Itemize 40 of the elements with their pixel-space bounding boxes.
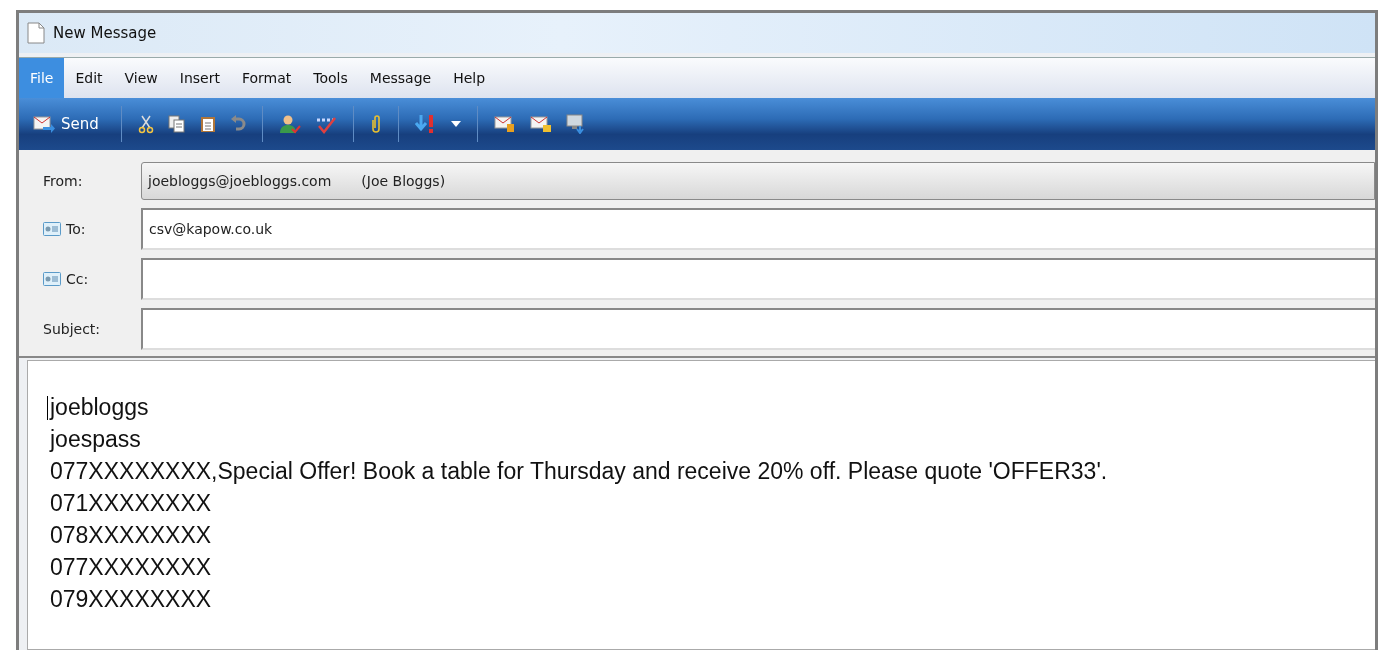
paperclip-icon[interactable]	[369, 114, 382, 134]
body-text-line: 071XXXXXXXX	[50, 489, 212, 518]
field-label: Cc:	[66, 271, 89, 287]
scissors-icon[interactable]	[137, 114, 154, 134]
address-book-icon[interactable]	[43, 272, 61, 286]
envelope-icon[interactable]	[529, 115, 552, 133]
undo-icon[interactable]	[229, 115, 246, 133]
person-check-icon[interactable]	[278, 114, 301, 134]
field-label: To:	[66, 221, 86, 237]
clipboard-icon[interactable]	[199, 115, 216, 133]
text-cursor	[47, 396, 48, 420]
body-text-line: 079XXXXXXXX	[50, 585, 212, 614]
input-field[interactable]: csv@kapow.co.uk	[141, 208, 1375, 250]
menu-item[interactable]: View	[113, 58, 169, 98]
menu-item[interactable]: Tools	[302, 58, 359, 98]
field-label: Subject:	[43, 321, 101, 337]
document-icon	[27, 22, 45, 44]
input-field[interactable]	[141, 258, 1375, 300]
body-text-line: joebloggs	[50, 393, 149, 422]
monitor-icon[interactable]	[565, 114, 586, 134]
body-text-line: 077XXXXXXXX,Special Offer! Book a table for Thursday and receive 20% off. Please quote 'OFFER33'.	[50, 457, 1108, 486]
menu-item[interactable]: Edit	[64, 58, 114, 98]
window-title: New Message	[53, 24, 157, 42]
body-text-line: 078XXXXXXXX	[50, 521, 212, 550]
copy-icon[interactable]	[167, 115, 186, 133]
envelope-icon	[33, 115, 55, 133]
menu-item[interactable]: Format	[230, 58, 303, 98]
message-body[interactable]: joebloggs joespass 077XXXXXXXX,Special Offer! Book a table for Thursday and receive 20% off. Please quote 'OFFER33'. 071XXXXXXXX 078XXXXXXXX 077XXXXXXXX 079XXXXXXXX	[27, 360, 1375, 650]
menu-item[interactable]: Help	[442, 58, 497, 98]
caret-icon[interactable]	[450, 121, 461, 127]
body-text-line: 077XXXXXXXX	[50, 553, 212, 582]
field-label: From:	[43, 173, 83, 189]
from-select[interactable]: joebloggs@joebloggs.com (Joe Bloggs)	[141, 162, 1375, 200]
menu-item[interactable]: Insert	[168, 58, 231, 98]
envelope-icon[interactable]	[493, 115, 516, 133]
input-field[interactable]	[141, 308, 1375, 350]
menu-item[interactable]: Message	[358, 58, 443, 98]
body-text-line: joespass	[50, 425, 141, 454]
send-button[interactable]: Send	[31, 111, 105, 137]
address-book-icon[interactable]	[43, 222, 61, 236]
